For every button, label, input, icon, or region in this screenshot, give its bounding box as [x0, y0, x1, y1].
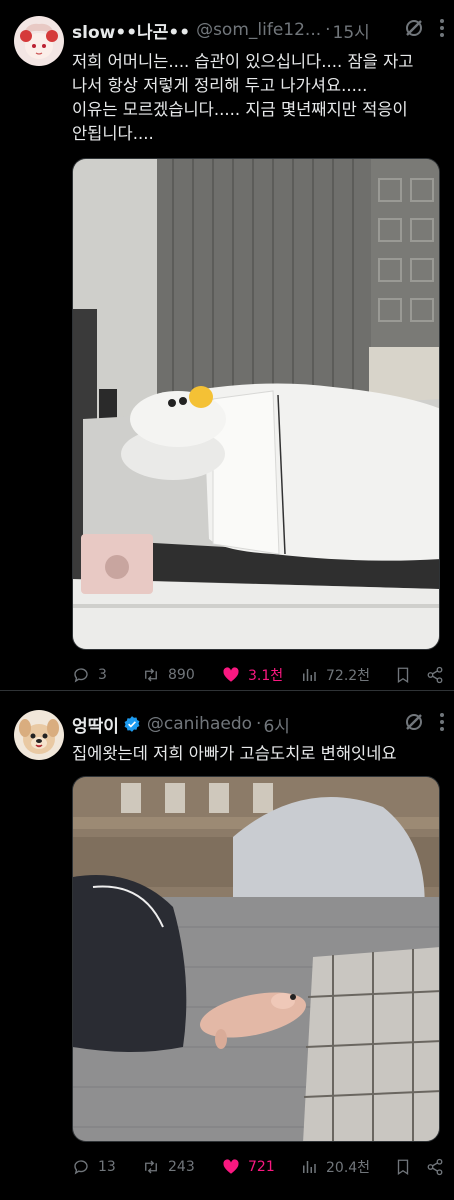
tweet-header: 엉딱이 @canihaedo · 6시	[72, 712, 444, 737]
author-handle[interactable]: @som_life12...	[196, 20, 321, 40]
reply-button[interactable]: 13	[72, 1158, 142, 1176]
tweet-actions: 13 243 721 20.4천	[72, 1156, 444, 1178]
separator-dot: ·	[325, 20, 331, 40]
views-icon	[303, 669, 316, 681]
view-count: 20.4천	[326, 1160, 371, 1176]
retweet-icon	[145, 668, 157, 682]
retweet-button[interactable]: 890	[142, 666, 222, 684]
tweet[interactable]: slow••나곤•• @som_life12... · 15시 저희 어머니는.…	[0, 0, 454, 690]
like-count: 721	[248, 1159, 275, 1175]
avatar[interactable]	[14, 710, 64, 760]
like-icon	[223, 1159, 239, 1174]
grok-icon[interactable]	[404, 712, 424, 732]
timestamp[interactable]: 6시	[263, 712, 289, 737]
grok-icon[interactable]	[404, 18, 424, 38]
tweet-actions: 3 890 3.1천 72.2천	[72, 664, 444, 686]
tweet-text: 저희 어머니는.... 습관이 있으십니다.... 잠을 자고 나서 항상 저렇…	[72, 52, 414, 143]
author-handle[interactable]: @canihaedo	[147, 714, 252, 734]
more-icon[interactable]	[440, 713, 444, 731]
like-icon	[223, 667, 239, 682]
tweet-image[interactable]	[72, 158, 440, 650]
bookmark-icon[interactable]	[394, 1158, 412, 1176]
reply-icon	[74, 1160, 88, 1175]
avatar[interactable]	[14, 16, 64, 66]
tweet-divider	[0, 690, 454, 691]
like-count: 3.1천	[248, 668, 284, 684]
tweet-header: slow••나곤•• @som_life12... · 15시	[72, 18, 444, 43]
retweet-count: 243	[168, 1159, 195, 1175]
tweet-text: 집에왓는데 저희 아빠가 고슴도치로 변해잇네요	[72, 744, 397, 763]
view-count: 72.2천	[326, 668, 371, 684]
share-icon[interactable]	[426, 1158, 444, 1176]
author-name[interactable]: 엉딱이	[72, 712, 119, 737]
reply-icon	[74, 668, 88, 683]
tweet[interactable]: 엉딱이 @canihaedo · 6시 집에왓는데 저희 아빠가 고슴도치로 변…	[0, 698, 454, 1200]
more-icon[interactable]	[440, 19, 444, 37]
tweet-image[interactable]	[72, 776, 440, 1142]
bookmark-icon[interactable]	[394, 666, 412, 684]
reply-count: 3	[98, 667, 107, 683]
timestamp[interactable]: 15시	[333, 18, 370, 43]
reply-button[interactable]: 3	[72, 666, 142, 684]
views-button[interactable]: 20.4천	[300, 1157, 376, 1177]
verified-icon	[124, 716, 140, 732]
separator-dot: ·	[256, 714, 262, 734]
author-name[interactable]: slow••나곤••	[72, 18, 190, 43]
views-icon	[303, 1161, 316, 1173]
retweet-button[interactable]: 243	[142, 1158, 222, 1176]
retweet-icon	[145, 1160, 157, 1174]
like-button[interactable]: 3.1천	[222, 665, 300, 685]
views-button[interactable]: 72.2천	[300, 665, 376, 685]
retweet-count: 890	[168, 667, 195, 683]
reply-count: 13	[98, 1159, 116, 1175]
like-button[interactable]: 721	[222, 1158, 300, 1176]
share-icon[interactable]	[426, 666, 444, 684]
